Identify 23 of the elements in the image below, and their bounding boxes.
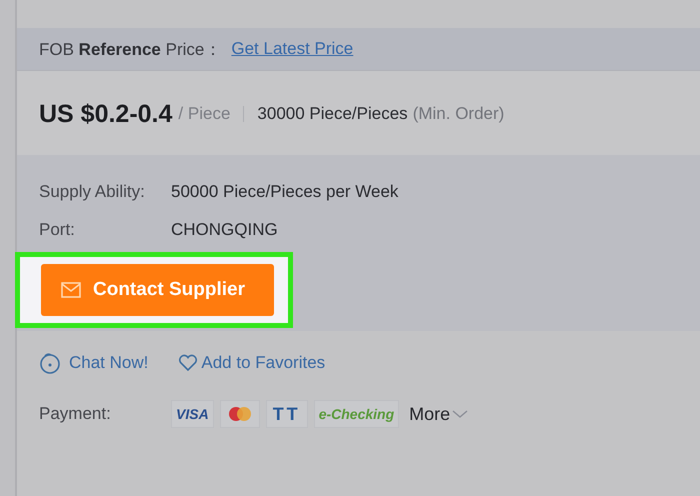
card-logo-icon bbox=[220, 400, 260, 428]
min-order-note: (Min. Order) bbox=[412, 104, 504, 124]
detail-label: Port: bbox=[39, 220, 76, 240]
more-dropdown[interactable]: More bbox=[409, 404, 468, 424]
detail-value: 50000 Piece/Pieces per Week bbox=[171, 182, 398, 202]
payment-method-logo: e-Checking bbox=[314, 400, 400, 428]
chat-link[interactable]: Chat Now! bbox=[69, 353, 148, 373]
chat-face-icon bbox=[39, 352, 61, 374]
payment-method-logo: VISA bbox=[171, 400, 214, 428]
payment-label: Payment: bbox=[39, 404, 112, 424]
min-order-quantity: 30000 Piece/Pieces bbox=[257, 104, 408, 124]
price-label: FOB Reference Price： bbox=[39, 38, 222, 60]
envelope-icon bbox=[61, 282, 81, 298]
favorites-link[interactable]: Add to Favorites bbox=[201, 353, 326, 373]
contact-supplier-button[interactable]: Contact Supplier bbox=[41, 264, 274, 316]
detail-value: CHONGQING bbox=[171, 220, 278, 240]
price-amount: US $0.2-0.4 bbox=[39, 100, 172, 128]
heart-icon bbox=[178, 354, 198, 372]
detail-label: Supply Ability: bbox=[39, 182, 146, 202]
payment-method-logo: TT bbox=[266, 400, 308, 428]
price-unit: / Piece bbox=[178, 104, 230, 124]
chevron-down-icon bbox=[452, 409, 468, 419]
latest-price-link[interactable]: Get Latest Price bbox=[231, 39, 354, 59]
